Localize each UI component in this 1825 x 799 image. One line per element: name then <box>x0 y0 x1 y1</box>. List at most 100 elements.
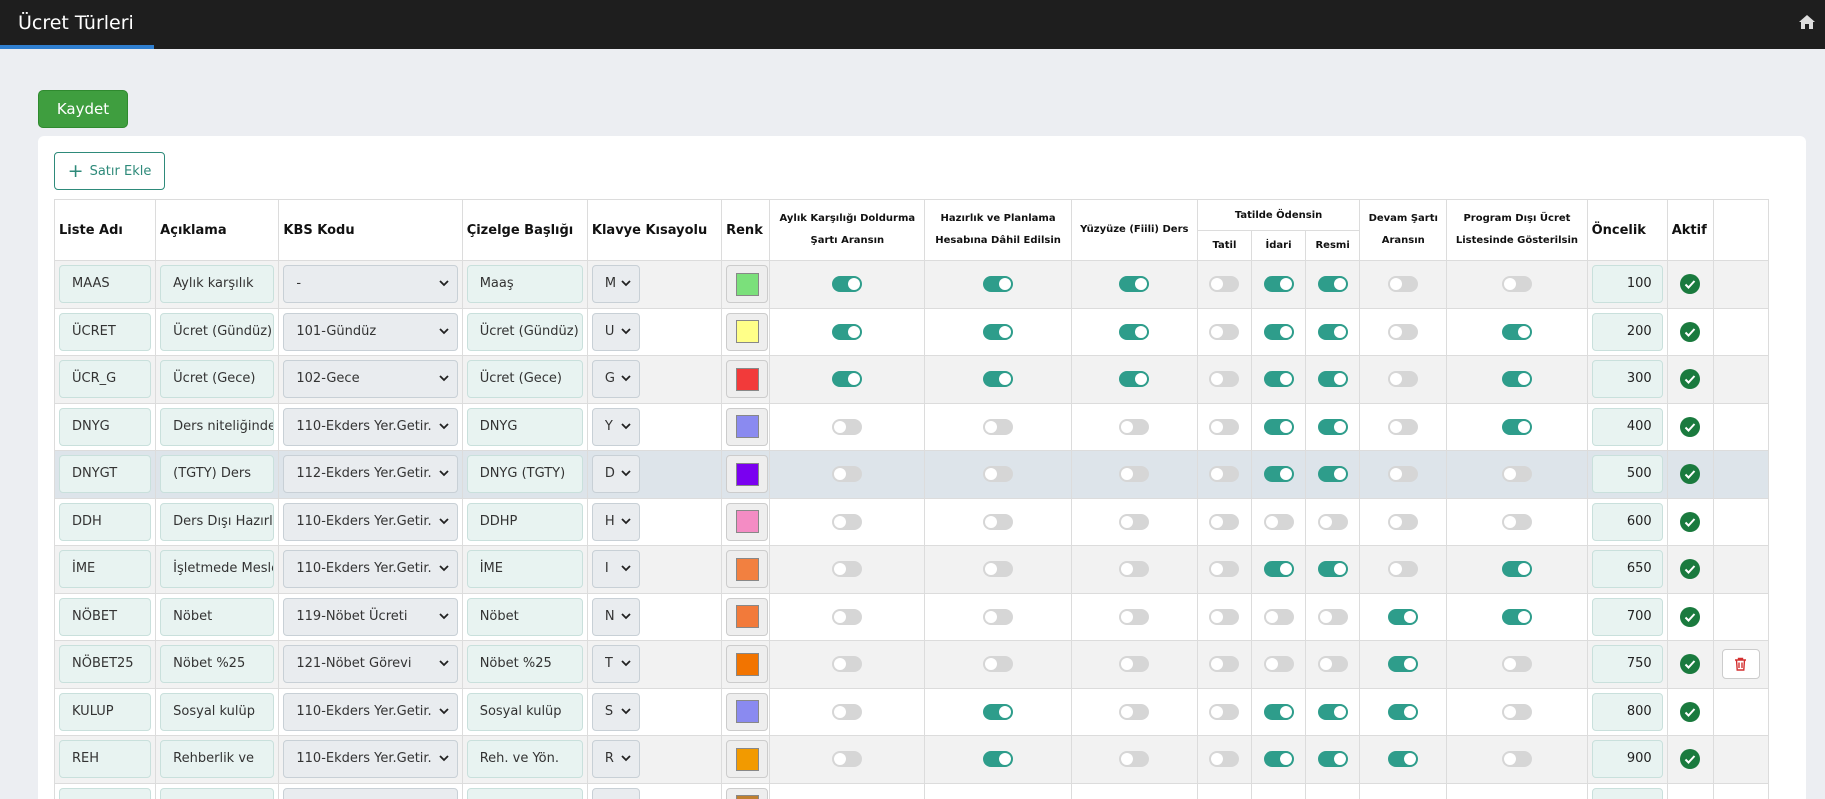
col-devam[interactable]: Devam Şartı Aransın <box>1359 199 1448 261</box>
cizelge-basligi-input[interactable]: Ücret (Gece) <box>466 360 583 399</box>
hazirlik-toggle[interactable] <box>983 371 1014 388</box>
aciklama-input[interactable]: Aylık karşılık <box>160 265 275 304</box>
color-picker[interactable] <box>726 502 769 541</box>
aciklama-input[interactable] <box>160 787 275 799</box>
yuzyuze-toggle[interactable] <box>1119 276 1150 293</box>
cizelge-basligi-input[interactable]: Nöbet <box>466 597 583 636</box>
color-picker[interactable] <box>726 455 769 494</box>
kbs-kodu-select[interactable]: 102-Gece <box>283 360 458 399</box>
tatil-toggle[interactable] <box>1209 323 1240 340</box>
aylik-toggle[interactable] <box>832 466 863 483</box>
program-toggle[interactable] <box>1501 656 1532 673</box>
devam-toggle[interactable] <box>1388 561 1419 578</box>
tatil-toggle[interactable] <box>1209 466 1240 483</box>
resmi-toggle[interactable] <box>1317 561 1348 578</box>
idari-toggle[interactable] <box>1263 656 1294 673</box>
tatil-toggle[interactable] <box>1209 371 1240 388</box>
idari-toggle[interactable] <box>1263 466 1294 483</box>
yuzyuze-toggle[interactable] <box>1119 703 1150 720</box>
check-circle-icon[interactable] <box>1680 321 1701 342</box>
kbs-kodu-select[interactable]: 110-Ekders Yer.Getir. <box>283 502 458 541</box>
cizelge-basligi-input[interactable]: Reh. ve Yön. <box>466 740 583 779</box>
program-toggle[interactable] <box>1501 608 1532 625</box>
aylik-toggle[interactable] <box>832 751 863 768</box>
col-cizelge-basligi[interactable]: Çizelge Başlığı <box>461 199 588 261</box>
klavye-kisayolu-select[interactable]: I <box>591 550 640 589</box>
color-picker[interactable] <box>726 550 769 589</box>
col-resmi[interactable]: Resmi <box>1305 230 1361 261</box>
aciklama-input[interactable]: Sosyal kulüp <box>160 692 275 731</box>
devam-toggle[interactable] <box>1388 323 1419 340</box>
oncelik-input[interactable] <box>1591 787 1663 799</box>
cizelge-basligi-input[interactable] <box>466 787 583 799</box>
aciklama-input[interactable]: Nöbet <box>160 597 275 636</box>
liste-adi-input[interactable]: MAAS <box>59 265 152 304</box>
oncelik-input[interactable]: 500 <box>1591 455 1663 494</box>
color-picker[interactable] <box>726 645 769 684</box>
liste-adi-input[interactable]: DNYG <box>59 407 152 446</box>
tatil-toggle[interactable] <box>1209 751 1240 768</box>
aciklama-input[interactable]: Nöbet %25 <box>160 645 275 684</box>
check-circle-icon[interactable] <box>1680 701 1701 722</box>
cizelge-basligi-input[interactable]: İME <box>466 550 583 589</box>
col-yuzyuze[interactable]: Yüzyüze (Fiili) Ders <box>1070 199 1198 261</box>
idari-toggle[interactable] <box>1263 371 1294 388</box>
program-toggle[interactable] <box>1501 751 1532 768</box>
color-picker[interactable] <box>726 597 769 636</box>
hazirlik-toggle[interactable] <box>983 513 1014 530</box>
color-picker[interactable] <box>726 787 769 799</box>
col-idari[interactable]: İdari <box>1250 230 1307 261</box>
tatil-toggle[interactable] <box>1209 513 1240 530</box>
hazirlik-toggle[interactable] <box>983 418 1014 435</box>
yuzyuze-toggle[interactable] <box>1119 418 1150 435</box>
hazirlik-toggle[interactable] <box>983 608 1014 625</box>
tatil-toggle[interactable] <box>1209 276 1240 293</box>
aciklama-input[interactable]: İşletmede Mesleki <box>160 550 275 589</box>
kbs-kodu-select[interactable]: 110-Ekders Yer.Getir. <box>283 692 458 731</box>
kbs-kodu-select[interactable]: 110-Ekders Yer.Getir. <box>283 740 458 779</box>
idari-toggle[interactable] <box>1263 751 1294 768</box>
oncelik-input[interactable]: 900 <box>1591 740 1663 779</box>
oncelik-input[interactable]: 300 <box>1591 360 1663 399</box>
oncelik-input[interactable]: 700 <box>1591 597 1663 636</box>
liste-adi-input[interactable]: DDH <box>59 502 152 541</box>
liste-adi-input[interactable]: KULUP <box>59 692 152 731</box>
klavye-kisayolu-select[interactable]: H <box>591 502 640 541</box>
color-picker[interactable] <box>726 360 769 399</box>
color-picker[interactable] <box>726 740 769 779</box>
liste-adi-input[interactable]: ÜCR_G <box>59 360 152 399</box>
liste-adi-input[interactable]: REH <box>59 740 152 779</box>
kbs-kodu-select[interactable]: 110-Ekders Yer.Getir. <box>283 407 458 446</box>
idari-toggle[interactable] <box>1263 418 1294 435</box>
devam-toggle[interactable] <box>1388 703 1419 720</box>
resmi-toggle[interactable] <box>1317 418 1348 435</box>
idari-toggle[interactable] <box>1263 513 1294 530</box>
col-renk[interactable]: Renk <box>721 199 771 261</box>
aylik-toggle[interactable] <box>832 608 863 625</box>
hazirlik-toggle[interactable] <box>983 703 1014 720</box>
col-aciklama[interactable]: Açıklama <box>155 199 280 261</box>
col-oncelik[interactable]: Öncelik <box>1586 199 1668 261</box>
cizelge-basligi-input[interactable]: DNYG (TGTY) <box>466 455 583 494</box>
program-toggle[interactable] <box>1501 371 1532 388</box>
devam-toggle[interactable] <box>1388 608 1419 625</box>
hazirlik-toggle[interactable] <box>983 751 1014 768</box>
liste-adi-input[interactable]: NÖBET25 <box>59 645 152 684</box>
klavye-kisayolu-select[interactable]: U <box>591 312 640 351</box>
devam-toggle[interactable] <box>1388 513 1419 530</box>
resmi-toggle[interactable] <box>1317 323 1348 340</box>
hazirlik-toggle[interactable] <box>983 276 1014 293</box>
aylik-toggle[interactable] <box>832 276 863 293</box>
oncelik-input[interactable]: 750 <box>1591 645 1663 684</box>
klavye-kisayolu-select[interactable]: Y <box>591 407 640 446</box>
liste-adi-input[interactable]: İME <box>59 550 152 589</box>
aciklama-input[interactable]: Ücret (Gündüz) <box>160 312 275 351</box>
col-aktif[interactable]: Aktif <box>1666 199 1714 261</box>
resmi-toggle[interactable] <box>1317 703 1348 720</box>
klavye-kisayolu-select[interactable]: G <box>591 360 640 399</box>
tatil-toggle[interactable] <box>1209 656 1240 673</box>
cizelge-basligi-input[interactable]: Ücret (Gündüz) <box>466 312 583 351</box>
hazirlik-toggle[interactable] <box>983 323 1014 340</box>
liste-adi-input[interactable]: NÖBET <box>59 597 152 636</box>
idari-toggle[interactable] <box>1263 608 1294 625</box>
